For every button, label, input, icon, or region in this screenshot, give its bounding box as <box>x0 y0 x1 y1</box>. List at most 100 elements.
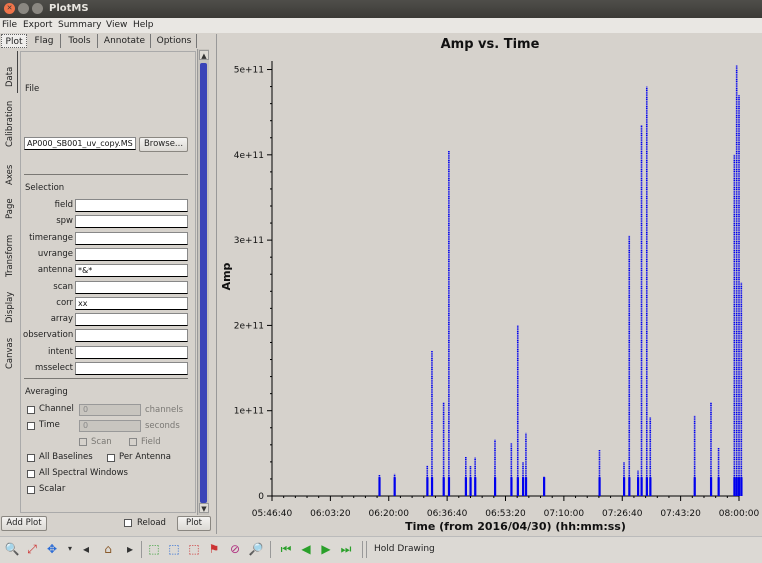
channel-avg-input[interactable]: 0 <box>79 404 141 416</box>
selection-input-field[interactable] <box>75 199 188 212</box>
y-tick-label: 5e+11 <box>234 66 264 76</box>
selection-input-intent[interactable] <box>75 345 188 359</box>
data-point-cluster <box>442 477 445 496</box>
vtab-canvas[interactable]: Canvas <box>2 329 20 373</box>
zoom-icon[interactable]: 🔍 <box>4 541 20 557</box>
locate-icon[interactable]: 🔎 <box>248 541 264 557</box>
vtab-display[interactable]: Display <box>2 283 20 327</box>
menu-file[interactable]: File <box>2 20 17 30</box>
plot-button[interactable]: Plot <box>177 516 211 531</box>
all-baselines-label: All Baselines <box>39 452 93 462</box>
data-point-cluster <box>522 477 525 496</box>
last-page-icon[interactable]: ⏭ <box>338 541 354 557</box>
scroll-up-arrow-icon[interactable]: ▲ <box>199 50 209 60</box>
all-baselines-checkbox[interactable] <box>27 454 35 462</box>
vtab-transform[interactable]: Transform <box>2 225 20 279</box>
scalar-checkbox[interactable] <box>27 486 35 494</box>
menu-view[interactable]: View <box>106 20 127 30</box>
step-back-icon[interactable]: ◂ <box>78 541 94 557</box>
tab-tools[interactable]: Tools <box>62 34 98 48</box>
selection-input-observation[interactable] <box>75 329 188 343</box>
selection-divider <box>24 378 188 379</box>
data-point-cluster <box>693 477 696 496</box>
data-point-cluster <box>649 477 652 496</box>
x-tick-label: 06:20:00 <box>369 509 410 519</box>
step-forward-icon[interactable]: ▸ <box>122 541 138 557</box>
time-checkbox[interactable] <box>27 422 35 430</box>
data-point-cluster <box>733 477 736 496</box>
clear-regions-icon[interactable]: ⬚ <box>186 541 202 557</box>
zoom-extent-icon[interactable]: ⤢ <box>24 541 40 557</box>
next-page-icon[interactable]: ▶ <box>318 541 334 557</box>
dropdown-arrow-icon[interactable]: ▾ <box>62 541 78 557</box>
hold-drawing-toggle[interactable]: Hold Drawing <box>374 544 435 554</box>
x-axis-label: Time (from 2016/04/30) (hh:mm:ss) <box>405 520 626 533</box>
subtract-region-icon[interactable]: ⬚ <box>166 541 182 557</box>
per-antenna-checkbox[interactable] <box>107 454 115 462</box>
vtab-calibration[interactable]: Calibration <box>2 95 20 151</box>
y-tick-label: 0 <box>258 492 264 502</box>
channel-units-label: channels <box>145 405 184 415</box>
vtab-axes[interactable]: Axes <box>2 155 20 191</box>
data-point-cluster <box>640 477 643 496</box>
reload-checkbox[interactable] <box>124 519 132 527</box>
pan-icon[interactable]: ✥ <box>44 541 60 557</box>
tab-annotate[interactable]: Annotate <box>99 34 151 48</box>
menu-help[interactable]: Help <box>133 20 154 30</box>
selection-input-timerange[interactable] <box>75 231 188 245</box>
home-icon[interactable]: ⌂ <box>100 541 116 557</box>
per-antenna-label: Per Antenna <box>119 452 171 462</box>
x-tick-label: 06:36:40 <box>427 509 468 519</box>
data-point-cluster <box>543 477 546 496</box>
y-tick-label: 1e+11 <box>234 407 264 417</box>
unflag-icon[interactable]: ⊘ <box>227 541 243 557</box>
selection-input-scan[interactable] <box>75 280 188 294</box>
add-plot-button[interactable]: Add Plot <box>1 516 47 531</box>
previous-page-icon[interactable]: ◀ <box>298 541 314 557</box>
selection-label-observation: observation <box>23 330 74 341</box>
time-avg-input[interactable]: 0 <box>79 420 141 432</box>
field-avg-checkbox[interactable] <box>129 438 137 446</box>
tab-flag[interactable]: Flag <box>28 34 61 48</box>
channel-checkbox[interactable] <box>27 406 35 414</box>
mark-region-icon[interactable]: ⬚ <box>146 541 162 557</box>
close-window-button[interactable]: ✕ <box>4 3 15 14</box>
panel-scrollbar[interactable]: ▲ ▼ <box>197 49 209 515</box>
file-path-input[interactable]: AP000_SB001_uv_copy.MS <box>24 137 136 150</box>
selection-label-scan: scan <box>53 281 73 292</box>
scroll-down-arrow-icon[interactable]: ▼ <box>199 503 209 513</box>
vtab-page[interactable]: Page <box>2 191 20 225</box>
selection-input-msselect[interactable] <box>75 362 188 375</box>
selection-input-antenna[interactable]: *&* <box>75 264 188 278</box>
tab-plot[interactable]: Plot <box>1 34 27 48</box>
minimize-window-button[interactable] <box>18 3 29 14</box>
all-spw-checkbox[interactable] <box>27 470 35 478</box>
first-page-icon[interactable]: ⏮ <box>278 541 294 557</box>
data-point-cluster <box>474 477 477 496</box>
flag-icon[interactable]: ⚑ <box>206 541 222 557</box>
menu-summary[interactable]: Summary <box>58 20 102 30</box>
selection-input-corr[interactable]: xx <box>75 296 188 310</box>
data-point-cluster <box>623 477 626 496</box>
browse-button[interactable]: Browse... <box>139 137 188 152</box>
menu-export[interactable]: Export <box>23 20 52 30</box>
selection-label-timerange: timerange <box>29 232 73 243</box>
scrollbar-thumb[interactable] <box>200 63 207 503</box>
data-point-cluster <box>524 477 528 496</box>
maximize-window-button[interactable] <box>32 3 43 14</box>
selection-label-spw: spw <box>56 216 73 227</box>
data-point-cluster <box>628 477 631 496</box>
selection-input-array[interactable] <box>75 313 188 327</box>
data-point-cluster <box>469 477 472 496</box>
selection-input-spw[interactable] <box>75 215 188 229</box>
selection-input-uvrange[interactable] <box>75 247 188 261</box>
menu-bar: File Export Summary View Help <box>0 18 762 33</box>
scan-avg-checkbox[interactable] <box>79 438 87 446</box>
tab-options[interactable]: Options <box>152 34 197 48</box>
plot-canvas[interactable]: Amp vs. Time 0 1e+11 2e+11 3e+11 4e+11 5e+11 0… <box>216 34 762 534</box>
x-tick-label: 07:10:00 <box>544 509 585 519</box>
selection-heading: Selection <box>25 183 65 193</box>
vtab-data[interactable]: Data <box>2 51 20 93</box>
toolbar-divider <box>270 541 271 558</box>
plot-area <box>272 61 739 496</box>
